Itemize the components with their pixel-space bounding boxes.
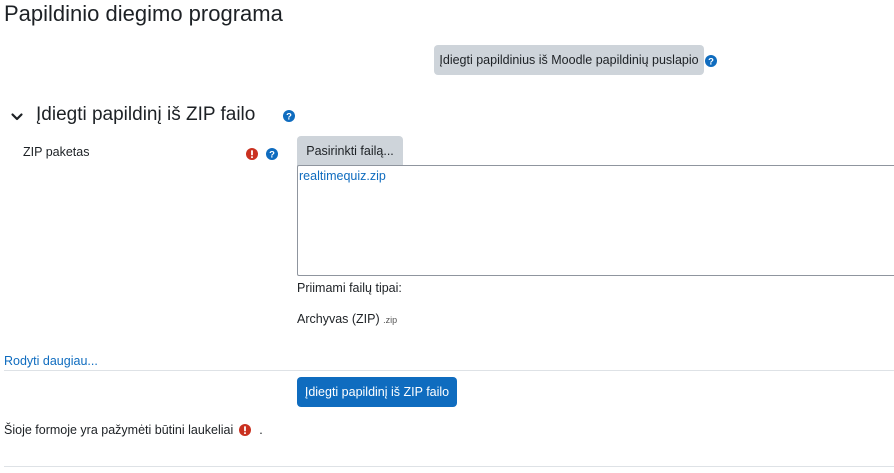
help-icon[interactable]: ? [705,54,717,72]
footer-divider [4,466,894,467]
install-from-directory-button[interactable]: Įdiegti papildinius iš Moodle papildinių… [434,45,704,75]
show-more-link[interactable]: Rodyti daugiau... [4,354,98,368]
accepted-types-label: Priimami failų tipai: [297,281,402,295]
svg-text:?: ? [286,112,292,123]
required-fields-notice: Šioje formoje yra pažymėti būtini laukel… [4,423,263,437]
selected-file-link[interactable]: realtimequiz.zip [299,169,386,183]
required-icon [239,424,252,436]
help-icon[interactable]: ? [283,109,295,127]
install-from-directory-label: Įdiegti papildinius iš Moodle papildinių… [439,53,699,67]
chevron-down-icon[interactable] [10,110,24,124]
file-drop-area[interactable] [297,165,894,276]
zip-package-label: ZIP paketas [23,145,90,159]
accepted-type-name: Archyvas (ZIP) [297,312,380,326]
required-icon [246,147,258,165]
help-icon[interactable]: ? [266,147,278,165]
required-notice-suffix: . [259,423,263,437]
choose-file-button[interactable]: Pasirinkti failą... [297,136,403,166]
install-zip-submit-button[interactable]: Įdiegti papildinį iš ZIP failo [297,377,457,407]
svg-text:?: ? [708,57,714,68]
section-heading[interactable]: Įdiegti papildinį iš ZIP failo [36,103,255,127]
divider [4,370,894,371]
page-title: Papildinio diegimo programa [4,1,283,26]
accepted-type-extension: .zip [383,315,398,325]
install-zip-submit-label: Įdiegti papildinį iš ZIP failo [304,385,450,399]
choose-file-label: Pasirinkti failą... [306,144,394,158]
required-notice-text: Šioje formoje yra pažymėti būtini laukel… [4,423,234,437]
accepted-type-item: Archyvas (ZIP) .zip [297,312,397,326]
svg-text:?: ? [269,150,275,161]
